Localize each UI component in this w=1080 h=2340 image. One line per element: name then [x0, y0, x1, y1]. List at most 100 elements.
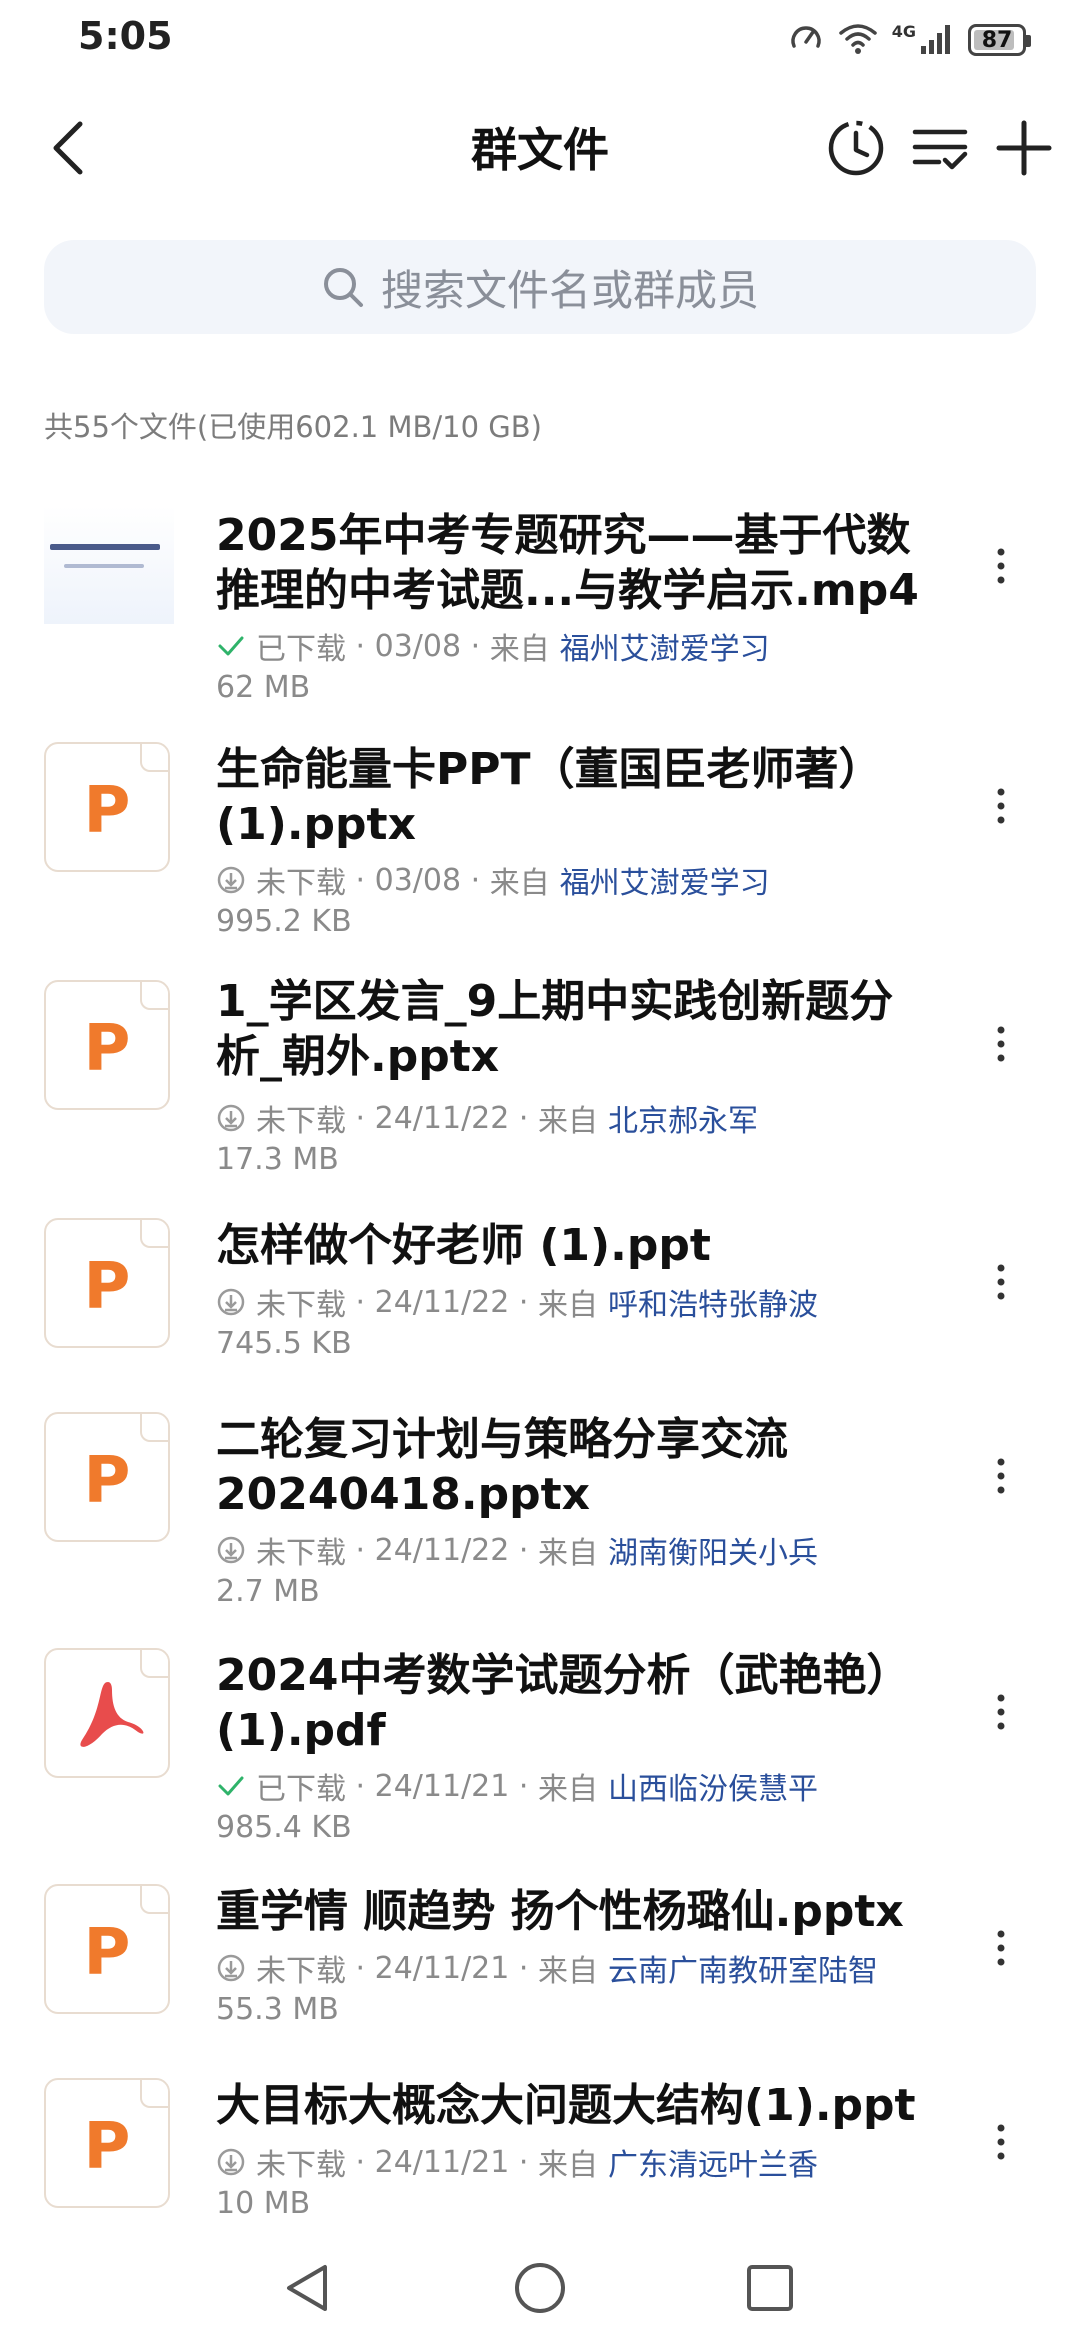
download-status: 未下载	[256, 1104, 346, 1139]
download-status: 未下载	[256, 1536, 346, 1571]
status-bar: 5:05 4G 87	[0, 0, 1080, 80]
not-downloaded-icon	[216, 865, 246, 895]
more-vertical-icon	[997, 1930, 1005, 1966]
uploader-name[interactable]: 山西临汾侯慧平	[608, 1764, 818, 1808]
battery-level: 87	[981, 27, 1013, 53]
not-downloaded-icon	[216, 1287, 246, 1317]
add-file-button[interactable]	[984, 108, 1064, 188]
upload-date: 03/08	[374, 628, 462, 664]
upload-date: 24/11/22	[374, 1532, 510, 1568]
status-time: 5:05	[78, 14, 173, 58]
uploader-name[interactable]: 云南广南教研室陆智	[608, 1946, 878, 1990]
ppt-icon: P	[44, 742, 170, 872]
file-name: 2025年中考专题研究——基于代数推理的中考试题...与教学启示.mp4	[216, 510, 919, 616]
search-input[interactable]: 搜索文件名或群成员	[44, 240, 1036, 334]
upload-date: 24/11/22	[374, 1100, 510, 1136]
uploader-name[interactable]: 北京郝永军	[608, 1096, 758, 1140]
history-button[interactable]	[816, 108, 896, 188]
more-vertical-icon	[997, 788, 1005, 824]
video-thumbnail	[44, 506, 174, 624]
more-options-button[interactable]	[976, 2102, 1026, 2182]
file-row[interactable]: P 二轮复习计划与策略分享交流20240418.pptx 未下载 · 24/11…	[0, 1400, 1080, 1636]
system-nav-bar	[0, 2230, 1080, 2340]
header: 群文件	[0, 90, 1080, 200]
circle-home-icon	[515, 2263, 565, 2313]
ppt-icon: P	[44, 1218, 170, 1348]
wifi-icon	[838, 21, 878, 59]
file-row[interactable]: P 重学情 顺趋势 扬个性杨璐仙.pptx 未下载 · 24/11/21 · 来…	[0, 1872, 1080, 2066]
uploader-name[interactable]: 福州艾澍爱学习	[560, 624, 770, 668]
uploader-name[interactable]: 呼和浩特张静波	[608, 1280, 818, 1324]
uploader-name[interactable]: 湖南衡阳关小兵	[608, 1528, 818, 1572]
search-placeholder: 搜索文件名或群成员	[380, 265, 759, 315]
download-status: 未下载	[256, 1954, 346, 1989]
file-row[interactable]: P 生命能量卡PPT（董国臣老师著）(1).pptx 未下载 · 03/08 ·…	[0, 730, 1080, 968]
uploader-name[interactable]: 福州艾澍爱学习	[560, 858, 770, 902]
more-vertical-icon	[997, 1026, 1005, 1062]
more-options-button[interactable]	[976, 766, 1026, 846]
from-label: 来自	[537, 1536, 598, 1571]
file-row[interactable]: 2025年中考专题研究——基于代数推理的中考试题...与教学启示.mp4 已下载…	[0, 490, 1080, 730]
more-options-button[interactable]	[976, 1908, 1026, 1988]
file-row[interactable]: 2024中考数学试题分析（武艳艳）(1).pdf 已下载 · 24/11/21 …	[0, 1636, 1080, 1872]
uploader-name[interactable]: 广东清远叶兰香	[608, 2140, 818, 2184]
file-name: 生命能量卡PPT（董国臣老师著）(1).pptx	[216, 744, 883, 850]
file-size: 985.4 KB	[216, 1810, 352, 1845]
signal-icon	[920, 22, 954, 58]
search-icon	[323, 268, 363, 307]
nav-recents-button[interactable]	[730, 2248, 810, 2328]
from-label: 来自	[537, 1104, 598, 1139]
file-meta: 已下载 · 24/11/21 · 来自 山西临汾侯慧平	[216, 1764, 818, 1808]
from-label: 来自	[537, 1954, 598, 1989]
clock-history-icon	[828, 120, 884, 176]
file-name: 2024中考数学试题分析（武艳艳）(1).pdf	[216, 1650, 911, 1756]
not-downloaded-icon	[216, 1953, 246, 1983]
triangle-back-icon	[287, 2265, 327, 2311]
more-options-button[interactable]	[976, 526, 1026, 606]
list-check-icon	[912, 129, 968, 170]
nav-home-button[interactable]	[500, 2248, 580, 2328]
upload-date: 24/11/21	[374, 1950, 510, 1986]
file-meta: 未下载 · 24/11/22 · 来自 北京郝永军	[216, 1096, 758, 1140]
download-status: 已下载	[256, 632, 346, 667]
file-name: 重学情 顺趋势 扬个性杨璐仙.pptx	[216, 1886, 904, 1937]
file-row[interactable]: P 怎样做个好老师 (1).ppt 未下载 · 24/11/22 · 来自 呼和浩…	[0, 1206, 1080, 1400]
from-label: 来自	[537, 1288, 598, 1323]
file-meta: 未下载 · 24/11/21 · 来自 广东清远叶兰香	[216, 2140, 818, 2184]
sort-filter-button[interactable]	[900, 108, 980, 188]
file-row[interactable]: P 1_学区发言_9上期中实践创新题分析_朝外.pptx 未下载 · 24/11…	[0, 968, 1080, 1206]
from-label: 来自	[489, 632, 550, 667]
nav-back-button[interactable]	[268, 2248, 348, 2328]
file-size: 55.3 MB	[216, 1992, 339, 2027]
more-options-button[interactable]	[976, 1436, 1026, 1516]
more-options-button[interactable]	[976, 1242, 1026, 1322]
ppt-icon: P	[44, 1884, 170, 2014]
downloaded-check-icon	[216, 1771, 246, 1801]
upload-date: 24/11/21	[374, 1768, 510, 1804]
from-label: 来自	[489, 866, 550, 901]
file-size: 2.7 MB	[216, 1574, 320, 1609]
file-name: 怎样做个好老师 (1).ppt	[216, 1220, 711, 1271]
pdf-acrobat-icon	[80, 1682, 144, 1747]
status-icons: 4G 87	[788, 20, 1031, 60]
file-meta: 未下载 · 24/11/22 · 来自 呼和浩特张静波	[216, 1280, 818, 1324]
more-vertical-icon	[997, 1694, 1005, 1730]
file-meta: 未下载 · 24/11/22 · 来自 湖南衡阳关小兵	[216, 1528, 818, 1572]
square-recents-icon	[747, 2265, 793, 2311]
ppt-icon: P	[44, 1412, 170, 1542]
file-name: 大目标大概念大问题大结构(1).ppt	[216, 2080, 916, 2131]
not-downloaded-icon	[216, 1103, 246, 1133]
upload-date: 24/11/21	[374, 2144, 510, 2180]
more-options-button[interactable]	[976, 1004, 1026, 1084]
file-meta: 已下载 · 03/08 · 来自 福州艾澍爱学习	[216, 624, 770, 668]
file-size: 745.5 KB	[216, 1326, 352, 1361]
file-size: 62 MB	[216, 670, 311, 705]
file-size: 17.3 MB	[216, 1142, 339, 1177]
network-type: 4G	[891, 21, 916, 41]
upload-date: 24/11/22	[374, 1284, 510, 1320]
download-status: 未下载	[256, 1288, 346, 1323]
ppt-icon: P	[44, 2078, 170, 2208]
upload-date: 03/08	[374, 862, 462, 898]
more-options-button[interactable]	[976, 1672, 1026, 1752]
ppt-icon: P	[44, 980, 170, 1110]
